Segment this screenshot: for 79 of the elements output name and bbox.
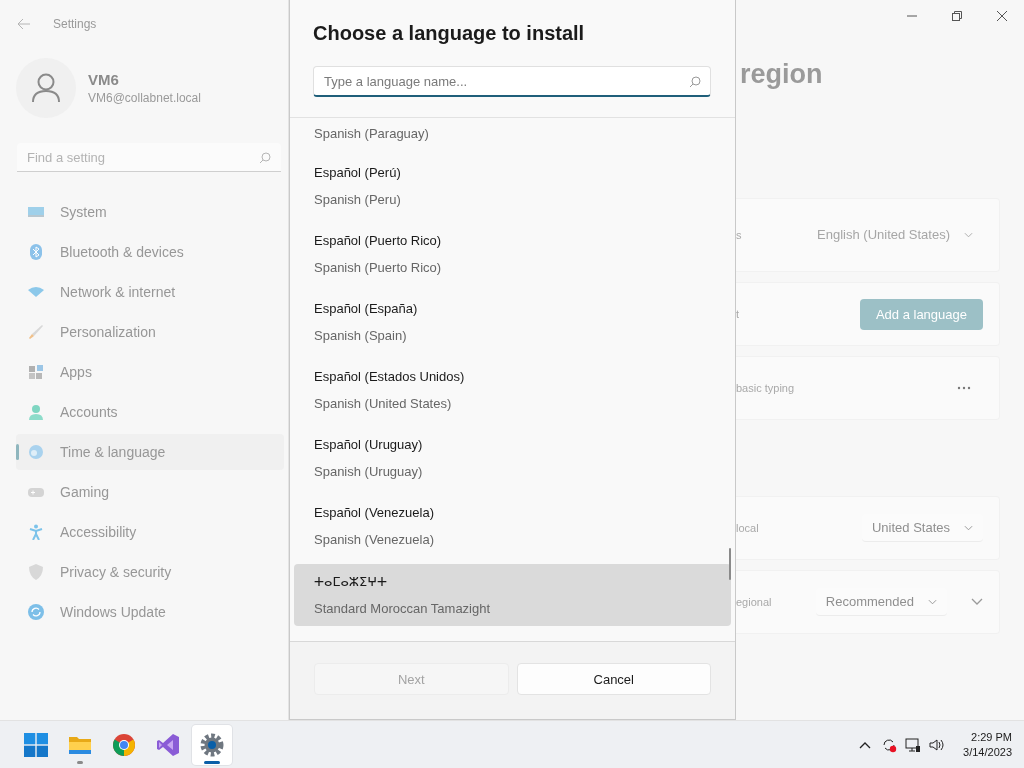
language-item[interactable]: Español (Puerto Rico) Spanish (Puerto Rico) bbox=[294, 220, 731, 288]
english-name: Standard Moroccan Tamazight bbox=[314, 601, 492, 616]
english-name: Spanish (Spain) bbox=[314, 328, 408, 343]
sidebar-item[interactable]: Accounts bbox=[16, 394, 284, 430]
sidebar-item[interactable]: Windows Update bbox=[16, 594, 284, 630]
setting-label: t bbox=[736, 308, 741, 320]
sidebar-item[interactable]: Privacy & security bbox=[16, 554, 284, 590]
sidebar-item[interactable]: Bluetooth & devices bbox=[16, 234, 284, 270]
language-item[interactable]: ⵜⴰⵎⴰⵣⵉⵖⵜ Standard Moroccan Tamazight bbox=[294, 564, 731, 626]
search-icon bbox=[259, 152, 271, 164]
update-icon bbox=[28, 604, 44, 620]
native-name: Español (Estados Unidos) bbox=[314, 369, 466, 384]
person-icon bbox=[28, 404, 44, 420]
accessibility-icon bbox=[28, 524, 44, 540]
english-name: Spanish (Peru) bbox=[314, 192, 402, 207]
setting-label: local bbox=[736, 522, 760, 534]
globe-icon bbox=[28, 444, 44, 460]
native-name: Español (Puerto Rico) bbox=[314, 233, 443, 248]
user-name: VM6 bbox=[88, 71, 120, 88]
language-item[interactable]: Español (Estados Unidos) Spanish (United States) bbox=[294, 356, 731, 424]
close-icon[interactable] bbox=[996, 11, 1007, 21]
scrollbar-thumb[interactable] bbox=[729, 548, 731, 580]
sidebar-item[interactable]: Time & language bbox=[16, 434, 284, 470]
setting-label: egional bbox=[736, 596, 773, 608]
shield-icon bbox=[28, 564, 44, 580]
clock-time[interactable]: 2:29 PM bbox=[971, 731, 1012, 743]
network-icon[interactable] bbox=[905, 736, 922, 753]
search-field[interactable]: Find a setting bbox=[17, 143, 281, 172]
dialog-title: Choose a language to install bbox=[312, 21, 586, 44]
language-item[interactable]: Spanish (Paraguay) bbox=[294, 118, 731, 152]
selection-indicator bbox=[16, 444, 19, 460]
taskbar-app[interactable] bbox=[192, 724, 232, 765]
window-title: Settings bbox=[53, 17, 97, 31]
native-name: ⵜⴰⵎⴰⵣⵉⵖⵜ bbox=[314, 574, 389, 589]
clock-date[interactable]: 3/14/2023 bbox=[963, 746, 1012, 758]
bluetooth-icon bbox=[28, 244, 44, 260]
chevron-down-icon bbox=[964, 524, 973, 531]
monitor-icon bbox=[28, 204, 44, 220]
language-item[interactable]: Español (Perú) Spanish (Peru) bbox=[294, 152, 731, 220]
native-name: Español (España) bbox=[314, 301, 419, 316]
language-item[interactable]: Español (Uruguay) Spanish (Uruguay) bbox=[294, 424, 731, 492]
native-name: Español (Uruguay) bbox=[314, 437, 424, 452]
search-icon bbox=[689, 76, 701, 88]
native-name: Español (Perú) bbox=[314, 165, 402, 180]
add-language-button[interactable]: Add a language bbox=[859, 298, 983, 330]
brush-icon bbox=[28, 324, 44, 340]
sidebar-item[interactable]: Accessibility bbox=[16, 514, 284, 550]
language-item[interactable]: Español (Venezuela) Spanish (Venezuela) bbox=[294, 492, 731, 560]
setting-label: s bbox=[736, 229, 743, 241]
gear-icon bbox=[200, 732, 224, 757]
sidebar-item[interactable]: Gaming bbox=[16, 474, 284, 510]
user-email: VM6@collabnet.local bbox=[88, 91, 201, 105]
apps-icon bbox=[28, 364, 44, 380]
language-search-field[interactable]: Type a language name... bbox=[313, 66, 711, 97]
english-name: Spanish (Uruguay) bbox=[314, 464, 424, 479]
english-name: Spanish (Puerto Rico) bbox=[314, 260, 443, 275]
expand-chevron-icon[interactable] bbox=[971, 598, 983, 606]
sync-icon[interactable] bbox=[881, 736, 898, 753]
wifi-icon bbox=[28, 284, 44, 300]
english-name: Spanish (Paraguay) bbox=[314, 126, 430, 141]
cancel-button[interactable]: Cancel bbox=[516, 663, 711, 695]
native-name: Español (Venezuela) bbox=[314, 505, 435, 520]
language-item[interactable]: Español (España) Spanish (Spain) bbox=[294, 288, 731, 356]
more-options-icon[interactable] bbox=[957, 386, 971, 390]
sidebar-item[interactable]: System bbox=[16, 194, 284, 230]
chevron-down-icon bbox=[928, 598, 937, 605]
volume-icon[interactable] bbox=[929, 736, 946, 753]
visual-studio-icon bbox=[156, 732, 180, 757]
windows-logo-icon bbox=[24, 732, 48, 757]
chevron-down-icon bbox=[964, 231, 973, 238]
sidebar-item[interactable]: Apps bbox=[16, 354, 284, 390]
english-name: Spanish (United States) bbox=[314, 396, 453, 411]
restore-icon[interactable] bbox=[951, 11, 962, 21]
sidebar-item[interactable]: Personalization bbox=[16, 314, 284, 350]
setting-label: basic typing bbox=[736, 382, 796, 394]
sidebar-item[interactable]: Network & internet bbox=[16, 274, 284, 310]
page-title: region bbox=[739, 58, 824, 91]
english-name: Spanish (Venezuela) bbox=[314, 532, 435, 547]
chrome-icon bbox=[112, 732, 136, 757]
